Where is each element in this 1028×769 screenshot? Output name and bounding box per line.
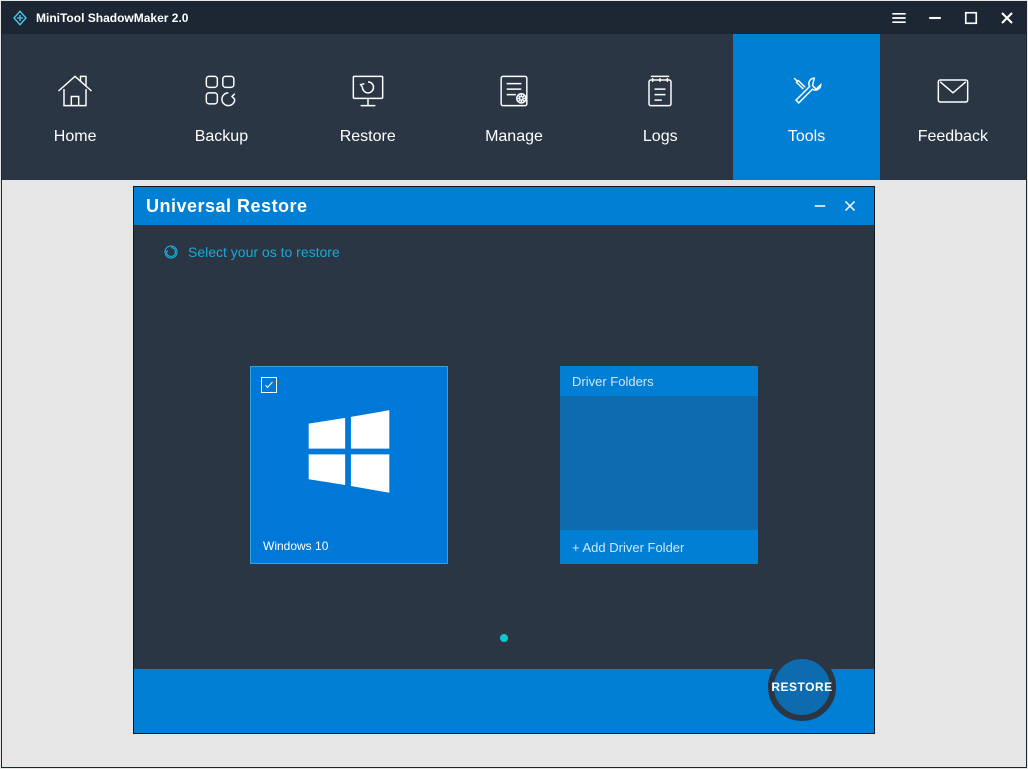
os-name-label: Windows 10 xyxy=(263,539,328,553)
feedback-icon xyxy=(930,68,976,114)
home-icon xyxy=(52,68,98,114)
dialog-close-icon[interactable] xyxy=(838,194,862,218)
dialog-footer: RESTORE xyxy=(134,669,874,733)
pager-dot[interactable] xyxy=(500,634,508,642)
manage-icon xyxy=(491,68,537,114)
nav-manage[interactable]: Manage xyxy=(441,34,587,180)
titlebar: MiniTool ShadowMaker 2.0 xyxy=(2,2,1026,34)
dialog-subtitle-text: Select your os to restore xyxy=(188,244,340,260)
driver-folders-header: Driver Folders xyxy=(560,366,758,396)
nav-label: Manage xyxy=(485,128,543,146)
maximize-icon[interactable] xyxy=(960,7,982,29)
nav-label: Home xyxy=(54,128,97,146)
add-driver-folder-button[interactable]: + Add Driver Folder xyxy=(560,530,758,564)
menu-icon[interactable] xyxy=(888,7,910,29)
dialog-titlebar: Universal Restore xyxy=(134,187,874,225)
main-nav: Home Backup Restore xyxy=(2,34,1026,180)
nav-label: Feedback xyxy=(918,128,988,146)
pager xyxy=(134,629,874,669)
nav-restore[interactable]: Restore xyxy=(295,34,441,180)
nav-home[interactable]: Home xyxy=(2,34,148,180)
driver-folders-panel: Driver Folders + Add Driver Folder xyxy=(560,366,758,564)
nav-label: Logs xyxy=(643,128,678,146)
tools-icon xyxy=(784,68,830,114)
minimize-icon[interactable] xyxy=(924,7,946,29)
nav-logs[interactable]: Logs xyxy=(587,34,733,180)
os-tile-windows10[interactable]: Windows 10 xyxy=(250,366,448,564)
dialog-minimize-icon[interactable] xyxy=(808,194,832,218)
universal-restore-dialog: Universal Restore Select your os to rest… xyxy=(133,186,875,734)
content-area: Universal Restore Select your os to rest… xyxy=(2,180,1026,767)
os-checkbox-icon[interactable] xyxy=(261,377,277,393)
refresh-icon xyxy=(162,243,180,261)
dialog-body: Windows 10 Driver Folders + Add Driver F… xyxy=(134,261,874,629)
app-window: MiniTool ShadowMaker 2.0 Home xyxy=(1,1,1027,768)
driver-folders-list xyxy=(560,396,758,530)
restore-button[interactable]: RESTORE xyxy=(768,653,836,721)
nav-label: Backup xyxy=(195,128,248,146)
backup-icon xyxy=(198,68,244,114)
window-controls xyxy=(888,7,1018,29)
close-icon[interactable] xyxy=(996,7,1018,29)
nav-backup[interactable]: Backup xyxy=(148,34,294,180)
dialog-subtitle: Select your os to restore xyxy=(134,225,874,261)
nav-feedback[interactable]: Feedback xyxy=(880,34,1026,180)
dialog-title-text: Universal Restore xyxy=(146,196,308,217)
app-logo-icon xyxy=(10,8,30,28)
restore-icon xyxy=(345,68,391,114)
nav-label: Tools xyxy=(788,128,825,146)
logs-icon xyxy=(637,68,683,114)
nav-label: Restore xyxy=(340,128,396,146)
nav-tools[interactable]: Tools xyxy=(733,34,879,180)
windows-logo-icon xyxy=(301,403,397,504)
app-title: MiniTool ShadowMaker 2.0 xyxy=(36,11,888,25)
